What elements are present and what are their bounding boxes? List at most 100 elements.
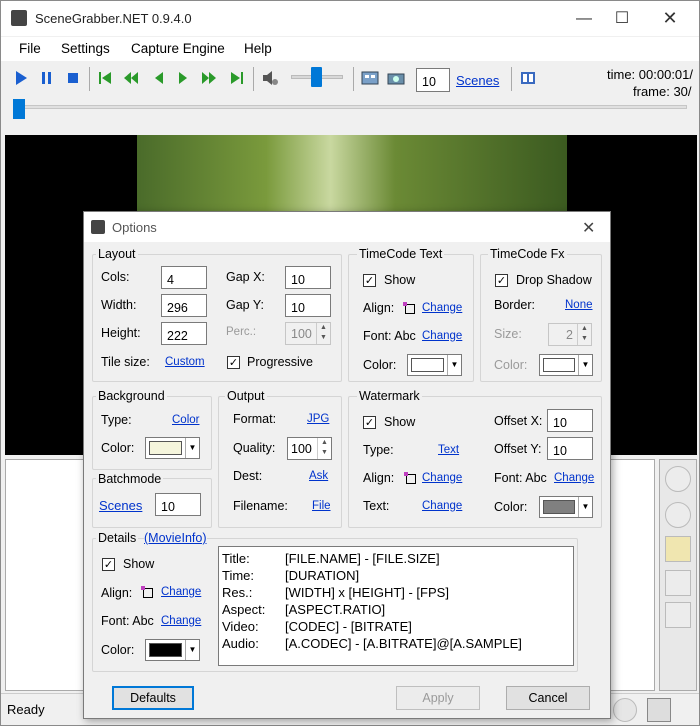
timecode-font-label: Font: Abc: [363, 329, 416, 343]
offsetx-input[interactable]: [547, 409, 593, 432]
status-remove-icon[interactable]: [613, 698, 637, 722]
details-row-key: Video:: [222, 619, 259, 634]
tilesize-custom-link[interactable]: Custom: [165, 356, 205, 368]
details-row-value: [ASPECT.RATIO]: [285, 602, 386, 617]
gapy-input[interactable]: [285, 294, 331, 317]
batchmode-scenes-input[interactable]: [155, 493, 201, 516]
save-icon[interactable]: [665, 602, 691, 628]
details-row: Audio: [A.CODEC] - [A.BITRATE]@[A.SAMPLE]: [222, 636, 573, 653]
watermark-show-checkbox[interactable]: ✓: [363, 416, 376, 429]
volume-slider-thumb[interactable]: [311, 67, 322, 87]
tilesize-label: Tile size:: [101, 355, 150, 369]
fx-color-picker[interactable]: ▼: [539, 354, 593, 376]
progressive-checkbox[interactable]: ✓: [227, 356, 240, 369]
seek-track[interactable]: [13, 105, 687, 109]
watermark-font-change-link[interactable]: Change: [554, 472, 594, 484]
details-color-picker[interactable]: ▼: [145, 639, 200, 661]
book-icon[interactable]: [519, 69, 537, 87]
frame-readout: frame: 30/: [633, 84, 692, 99]
fx-size-label: Size:: [494, 327, 522, 341]
menu-help[interactable]: Help: [244, 41, 272, 56]
maximize-icon[interactable]: ☐: [599, 1, 645, 36]
menu-capture-engine[interactable]: Capture Engine: [131, 41, 225, 56]
filename-file-link[interactable]: File: [312, 500, 331, 512]
quality-input[interactable]: 100 ▲ ▼: [287, 437, 332, 460]
watermark-type-label: Type:: [363, 443, 394, 457]
zoom-icon[interactable]: [665, 570, 691, 596]
rewind-icon[interactable]: [123, 69, 139, 87]
dest-ask-link[interactable]: Ask: [309, 470, 328, 482]
timecode-align-change-link[interactable]: Change: [422, 302, 462, 314]
watermark-color-picker[interactable]: ▼: [539, 496, 593, 518]
play-icon[interactable]: [13, 69, 29, 87]
border-label: Border:: [494, 298, 535, 312]
bg-type-color-link[interactable]: Color: [172, 414, 199, 426]
timecode-show-label: Show: [384, 273, 416, 287]
fast-forward-icon[interactable]: [201, 69, 217, 87]
movieinfo-link[interactable]: (MovieInfo): [144, 531, 207, 545]
watermark-align-change-link[interactable]: Change: [422, 472, 462, 484]
dropshadow-checkbox[interactable]: ✓: [495, 274, 508, 287]
close-icon[interactable]: ✕: [647, 1, 693, 36]
chevron-down-icon: ▼: [578, 497, 592, 517]
menu-settings[interactable]: Settings: [61, 41, 110, 56]
watermark-font-label: Font: Abc: [494, 471, 547, 485]
menu-file[interactable]: File: [19, 41, 41, 56]
details-row: Video: [CODEC] - [BITRATE]: [222, 619, 573, 636]
cancel-button[interactable]: Cancel: [506, 686, 590, 710]
details-group-label: Details: [96, 531, 139, 545]
chevron-down-icon: ▼: [447, 355, 461, 375]
height-input[interactable]: [161, 322, 207, 345]
next-frame-icon[interactable]: [175, 69, 191, 87]
gapx-input[interactable]: [285, 266, 331, 289]
details-align-change-link[interactable]: Change: [161, 586, 201, 598]
grab-scenes-icon[interactable]: [361, 69, 379, 87]
camera-icon[interactable]: [387, 69, 405, 87]
filename-label: Filename:: [233, 499, 288, 513]
perc-spinner: ▲ ▼: [316, 323, 330, 344]
dialog-title: Options: [112, 220, 157, 235]
prev-frame-icon[interactable]: [151, 69, 167, 87]
timecode-color-picker[interactable]: ▼: [407, 354, 462, 376]
stop-icon[interactable]: [65, 69, 81, 87]
chevron-down-icon: ▼: [185, 438, 199, 458]
volume-icon[interactable]: [261, 69, 279, 87]
details-template-textarea[interactable]: Title: [FILE.NAME] - [FILE.SIZE] Time: [DUR…: [218, 546, 574, 666]
status-save-icon[interactable]: [647, 698, 671, 722]
watermark-type-text-link[interactable]: Text: [438, 444, 459, 456]
edit-icon[interactable]: [665, 536, 691, 562]
apply-button[interactable]: Apply: [396, 686, 480, 710]
dialog-close-icon[interactable]: ✕: [582, 218, 595, 238]
timecode-color-label: Color:: [363, 358, 397, 372]
fx-size-spinner: ▲ ▼: [577, 324, 591, 345]
details-align-label: Align:: [101, 586, 133, 600]
skip-first-icon[interactable]: [97, 69, 113, 87]
height-label: Height:: [101, 326, 141, 340]
watermark-text-change-link[interactable]: Change: [422, 500, 462, 512]
timecode-show-checkbox[interactable]: ✓: [363, 274, 376, 287]
scenes-count-input[interactable]: [416, 68, 450, 92]
watermark-align-icon: [404, 472, 416, 484]
defaults-button[interactable]: Defaults: [112, 686, 194, 710]
border-none-link[interactable]: None: [565, 299, 593, 311]
batchmode-scenes-link[interactable]: Scenes: [99, 498, 142, 513]
offsety-input[interactable]: [547, 437, 593, 460]
width-input[interactable]: [161, 294, 207, 317]
remove-icon[interactable]: [665, 466, 691, 492]
pause-icon[interactable]: [39, 69, 55, 87]
cols-input[interactable]: [161, 266, 207, 289]
details-show-checkbox[interactable]: ✓: [102, 558, 115, 571]
bg-color-picker[interactable]: ▼: [145, 437, 200, 459]
format-jpg-link[interactable]: JPG: [307, 413, 329, 425]
quality-spinner[interactable]: ▲ ▼: [317, 438, 331, 459]
delete-icon[interactable]: [665, 502, 691, 528]
details-font-change-link[interactable]: Change: [161, 615, 201, 627]
details-color-label: Color:: [101, 643, 135, 657]
skip-last-icon[interactable]: [229, 69, 245, 87]
scenes-link[interactable]: Scenes: [456, 73, 499, 88]
seek-thumb[interactable]: [13, 99, 25, 119]
bg-type-label: Type:: [101, 413, 132, 427]
timecode-font-change-link[interactable]: Change: [422, 330, 462, 342]
status-text: Ready: [7, 702, 45, 717]
details-row-value: [DURATION]: [285, 568, 360, 583]
